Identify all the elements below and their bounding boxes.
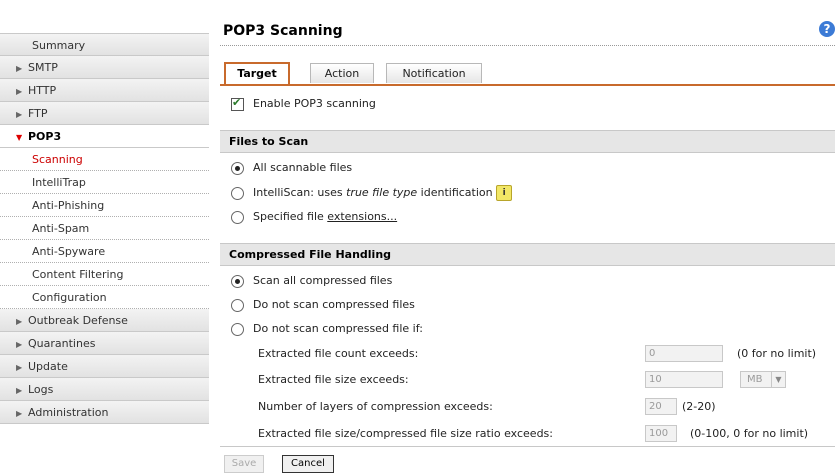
extensions-link[interactable]: extensions... bbox=[327, 210, 397, 223]
sidebar-item-label: POP3 bbox=[28, 130, 62, 143]
enable-pop3-label: Enable POP3 scanning bbox=[253, 97, 376, 110]
sidebar-subitem-intellitrap[interactable]: IntelliTrap bbox=[0, 171, 209, 194]
sidebar-item-label: Update bbox=[28, 360, 68, 373]
page-title: POP3 Scanning bbox=[223, 23, 343, 39]
ratio-input[interactable]: 100 bbox=[645, 425, 677, 442]
sidebar-subitem-content-filtering[interactable]: Content Filtering bbox=[0, 263, 209, 286]
sidebar-item-update[interactable]: ▶ Update bbox=[0, 355, 209, 378]
sidebar-item-logs[interactable]: ▶ Logs bbox=[0, 378, 209, 401]
sidebar-item-http[interactable]: ▶ HTTP bbox=[0, 79, 209, 102]
sidebar-item-label: HTTP bbox=[28, 84, 57, 97]
cancel-button[interactable]: Cancel bbox=[282, 455, 334, 473]
sidebar-item-smtp[interactable]: ▶ SMTP bbox=[0, 56, 209, 79]
specified-extensions-label: Specified file extensions... bbox=[253, 210, 397, 223]
save-button[interactable]: Save bbox=[224, 455, 264, 473]
intelliscan-suffix: identification bbox=[417, 186, 493, 199]
tab-action[interactable]: Action bbox=[310, 63, 374, 83]
checkmark-icon: ✔ bbox=[232, 96, 242, 109]
files-to-scan-heading: Files to Scan bbox=[220, 130, 835, 153]
sidebar-item-label: Administration bbox=[28, 406, 109, 419]
tab-underline bbox=[220, 84, 835, 86]
info-note-icon[interactable]: i bbox=[496, 185, 513, 201]
file-size-unit-value: MB bbox=[747, 374, 763, 385]
main-panel: POP3 Scanning ? Target Action Notificati… bbox=[220, 0, 835, 473]
expand-arrow-icon: ▶ bbox=[16, 363, 23, 372]
expand-arrow-icon: ▶ bbox=[16, 409, 23, 418]
sidebar-item-label: SMTP bbox=[28, 61, 58, 74]
file-count-input[interactable]: 0 bbox=[645, 345, 723, 362]
specified-extensions-radio[interactable] bbox=[231, 211, 244, 224]
intelliscan-prefix: IntelliScan: uses bbox=[253, 186, 347, 199]
radio-dot bbox=[235, 166, 240, 171]
tab-notification[interactable]: Notification bbox=[386, 63, 482, 83]
radio-dot bbox=[235, 279, 240, 284]
expand-arrow-icon: ▶ bbox=[16, 340, 23, 349]
intelliscan-radio[interactable] bbox=[231, 187, 244, 200]
sidebar-item-administration[interactable]: ▶ Administration bbox=[0, 401, 209, 424]
sidebar-item-label: FTP bbox=[28, 107, 48, 120]
do-not-scan-if-radio[interactable] bbox=[231, 323, 244, 336]
sidebar-item-quarantines[interactable]: ▶ Quarantines bbox=[0, 332, 209, 355]
do-not-scan-compressed-radio[interactable] bbox=[231, 299, 244, 312]
expand-arrow-icon: ▶ bbox=[16, 386, 23, 395]
ratio-hint: (0-100, 0 for no limit) bbox=[690, 427, 809, 440]
do-not-scan-if-label: Do not scan compressed file if: bbox=[253, 322, 423, 335]
layers-hint: (2-20) bbox=[682, 400, 716, 413]
expand-arrow-icon: ▶ bbox=[16, 110, 23, 119]
sidebar-subitem-anti-spyware[interactable]: Anti-Spyware bbox=[0, 240, 209, 263]
help-icon[interactable]: ? bbox=[819, 21, 835, 37]
enable-pop3-checkbox[interactable]: ✔ bbox=[231, 96, 244, 111]
file-size-label: Extracted file size exceeds: bbox=[258, 373, 409, 386]
file-count-hint: (0 for no limit) bbox=[737, 347, 817, 360]
do-not-scan-compressed-label: Do not scan compressed files bbox=[253, 298, 415, 311]
sidebar-subitem-anti-phishing[interactable]: Anti-Phishing bbox=[0, 194, 209, 217]
sidebar-subitem-anti-spam[interactable]: Anti-Spam bbox=[0, 217, 209, 240]
sidebar-subitem-configuration[interactable]: Configuration bbox=[0, 286, 209, 309]
all-scannable-radio[interactable] bbox=[231, 162, 244, 175]
sidebar-item-label: Logs bbox=[28, 383, 54, 396]
sidebar-item-pop3[interactable]: ▼ POP3 bbox=[0, 125, 209, 148]
bottom-divider bbox=[220, 446, 835, 447]
file-count-label: Extracted file count exceeds: bbox=[258, 347, 419, 360]
tab-target[interactable]: Target bbox=[224, 62, 290, 84]
file-size-unit-select[interactable]: MB ▼ bbox=[740, 371, 786, 388]
layers-label: Number of layers of compression exceeds: bbox=[258, 400, 493, 413]
sidebar-item-ftp[interactable]: ▶ FTP bbox=[0, 102, 209, 125]
compressed-handling-heading: Compressed File Handling bbox=[220, 243, 835, 266]
sidebar-item-label: Outbreak Defense bbox=[28, 314, 128, 327]
intelliscan-italic: true file type bbox=[346, 186, 418, 199]
scan-all-compressed-label: Scan all compressed files bbox=[253, 274, 393, 287]
sidebar-subitem-scanning[interactable]: Scanning bbox=[0, 148, 209, 171]
expand-arrow-icon: ▶ bbox=[16, 87, 23, 96]
scan-all-compressed-radio[interactable] bbox=[231, 275, 244, 288]
intelliscan-label: IntelliScan: uses true file type identif… bbox=[253, 185, 513, 201]
file-size-input[interactable]: 10 bbox=[645, 371, 723, 388]
layers-input[interactable]: 20 bbox=[645, 398, 677, 415]
ratio-label: Extracted file size/compressed file size… bbox=[258, 427, 553, 440]
all-scannable-label: All scannable files bbox=[253, 161, 353, 174]
sidebar: Summary ▶ SMTP ▶ HTTP ▶ FTP ▼ POP3 Scanning … bbox=[0, 0, 209, 473]
sidebar-item-summary[interactable]: Summary bbox=[0, 33, 209, 56]
sidebar-item-label: Quarantines bbox=[28, 337, 96, 350]
expand-arrow-icon: ▶ bbox=[16, 317, 23, 326]
sidebar-item-outbreak-defense[interactable]: ▶ Outbreak Defense bbox=[0, 309, 209, 332]
specified-prefix: Specified file bbox=[253, 210, 328, 223]
collapse-arrow-icon: ▼ bbox=[16, 133, 23, 142]
expand-arrow-icon: ▶ bbox=[16, 64, 23, 73]
chevron-down-icon: ▼ bbox=[771, 372, 785, 387]
title-divider bbox=[220, 45, 835, 46]
